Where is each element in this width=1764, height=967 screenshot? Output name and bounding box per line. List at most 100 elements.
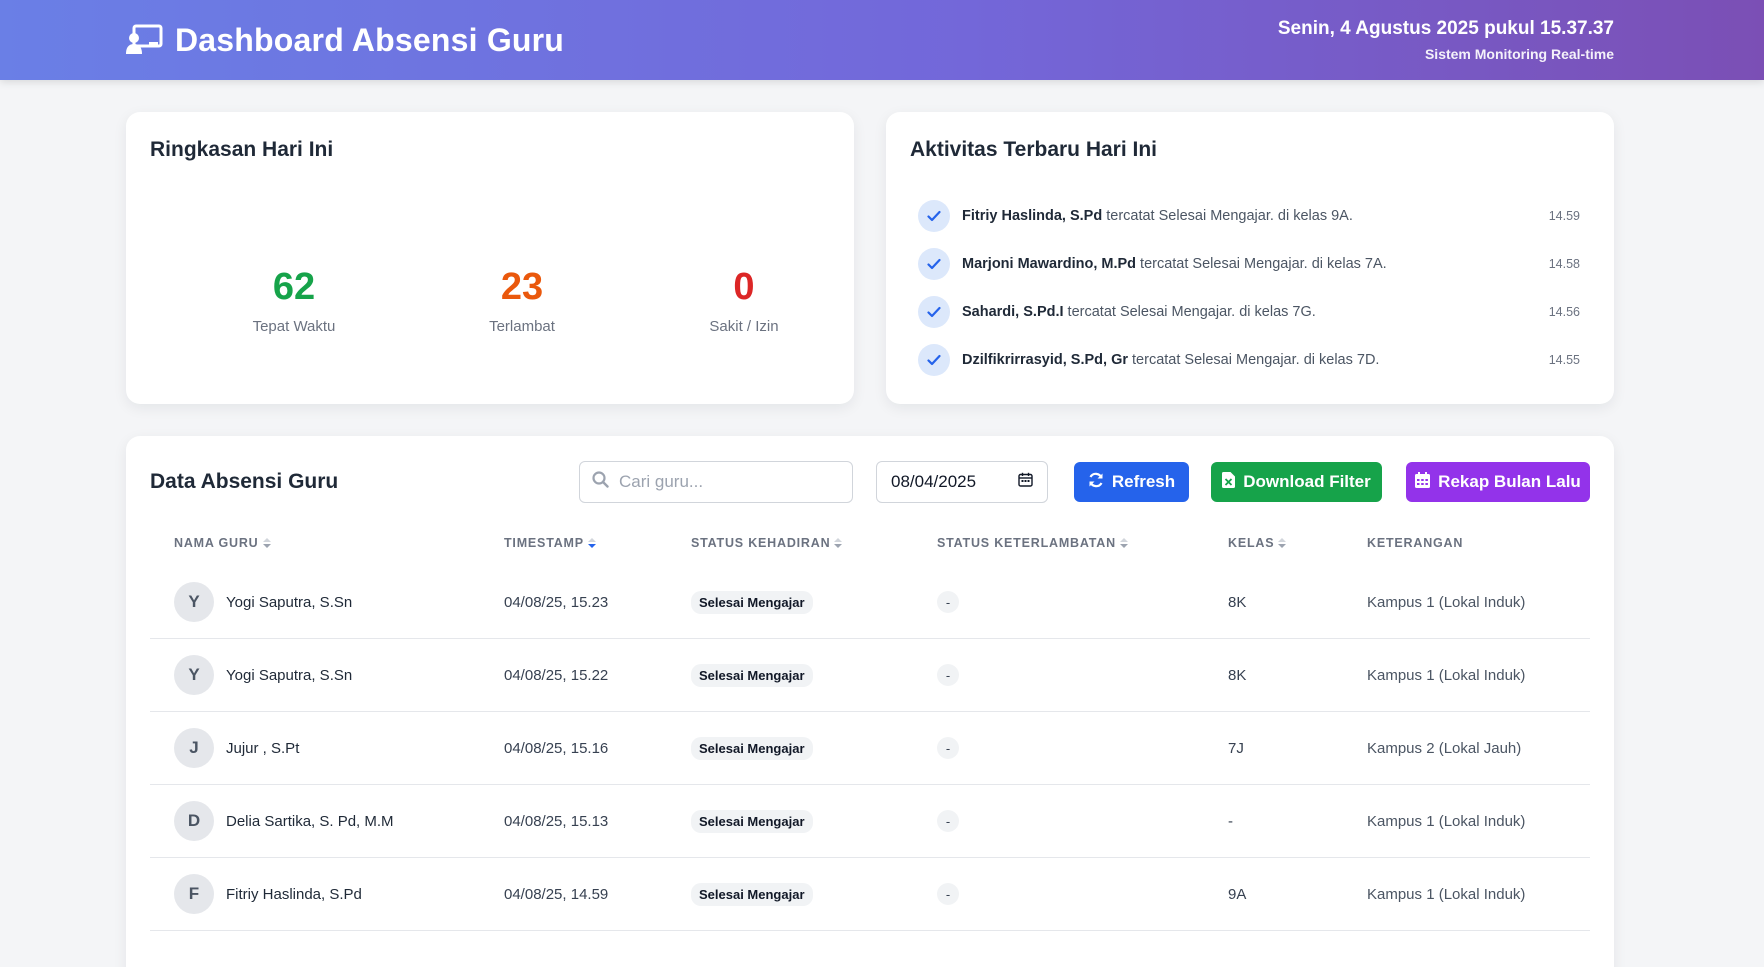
- teacher-cell: D Delia Sartika, S. Pd, M.M: [174, 785, 394, 857]
- check-icon: [918, 248, 950, 280]
- rekap-last-month-button[interactable]: Rekap Bulan Lalu: [1406, 462, 1590, 502]
- table-header: NAMA GURU TIMESTAMP STATUS KEHADIRAN STA…: [150, 528, 1590, 558]
- attendance-table-card: Data Absensi Guru 08/04/2025 Refresh Dow…: [126, 436, 1614, 967]
- stat-sick-leave: 0 Sakit / Izin: [644, 268, 844, 335]
- activity-item: Marjoni Mawardino, M.Pd tercatat Selesai…: [918, 240, 1580, 288]
- table-row[interactable]: J Jujur , S.Pt 04/08/25, 15.16 Selesai M…: [150, 712, 1590, 785]
- refresh-icon: [1088, 472, 1104, 493]
- page-title: Dashboard Absensi Guru: [175, 21, 565, 58]
- stat-value: 62: [272, 266, 316, 308]
- activity-text: Marjoni Mawardino, M.Pd tercatat Selesai…: [962, 256, 1387, 272]
- refresh-button[interactable]: Refresh: [1074, 462, 1189, 502]
- activity-item: Fitriy Haslinda, S.Pd tercatat Selesai M…: [918, 192, 1580, 240]
- timestamp-cell: 04/08/25, 15.16: [504, 739, 609, 757]
- download-filter-button[interactable]: Download Filter: [1211, 462, 1382, 502]
- activity-card: Aktivitas Terbaru Hari Ini Fitriy Haslin…: [886, 112, 1614, 404]
- activity-time: 14.55: [1548, 353, 1580, 367]
- teacher-name: Delia Sartika, S. Pd, M.M: [226, 812, 394, 830]
- teacher-name: Yogi Saputra, S.Sn: [226, 593, 353, 611]
- date-filter[interactable]: 08/04/2025: [876, 461, 1048, 503]
- timestamp-cell: 04/08/25, 15.22: [504, 666, 609, 684]
- column-label: KELAS: [1228, 536, 1275, 550]
- date-filter-value: 08/04/2025: [891, 472, 977, 491]
- activity-time: 14.59: [1548, 209, 1580, 223]
- sort-icon: [1278, 538, 1287, 548]
- avatar: D: [174, 801, 214, 841]
- timestamp-cell: 04/08/25, 14.59: [504, 885, 609, 903]
- timestamp-cell: 04/08/25, 15.13: [504, 812, 609, 830]
- table-row[interactable]: Y Yogi Saputra, S.Sn 04/08/25, 15.22 Sel…: [150, 639, 1590, 712]
- column-label: STATUS KEHADIRAN: [691, 536, 831, 550]
- activity-text: Dzilfikrirrasyid, S.Pd, Gr tercatat Sele…: [962, 352, 1379, 368]
- activity-teacher: Fitriy Haslinda, S.Pd: [962, 208, 1103, 224]
- keterangan-cell: Kampus 1 (Lokal Induk): [1367, 812, 1526, 830]
- column-header-keterangan: KETERANGAN: [1367, 536, 1463, 550]
- column-header-kelas[interactable]: KELAS: [1228, 536, 1287, 550]
- summary-title: Ringkasan Hari Ini: [150, 138, 334, 161]
- stat-label: Tepat Waktu: [252, 318, 336, 335]
- table-row[interactable]: D Delia Sartika, S. Pd, M.M 04/08/25, 15…: [150, 785, 1590, 858]
- teacher-cell: Y Yogi Saputra, S.Sn: [174, 566, 352, 638]
- calendar-icon[interactable]: [1018, 472, 1033, 492]
- table-row[interactable]: Y Yogi Saputra, S.Sn 04/08/25, 15.23 Sel…: [150, 566, 1590, 639]
- late-badge: -: [937, 664, 959, 686]
- teacher-cell: Y Yogi Saputra, S.Sn: [174, 639, 352, 711]
- late-badge: -: [937, 591, 959, 613]
- avatar: Y: [174, 582, 214, 622]
- status-cell: Selesai Mengajar: [691, 858, 813, 930]
- teacher-cell: F Fitriy Haslinda, S.Pd: [174, 858, 362, 930]
- avatar: F: [174, 874, 214, 914]
- header-info: Senin, 4 Agustus 2025 pukul 15.37.37 Sis…: [1278, 18, 1614, 62]
- column-header-nama[interactable]: NAMA GURU: [174, 536, 271, 550]
- keterangan-cell: Kampus 1 (Lokal Induk): [1367, 666, 1526, 684]
- teacher-name: Fitriy Haslinda, S.Pd: [226, 885, 362, 903]
- brand: Dashboard Absensi Guru: [125, 20, 564, 60]
- column-header-status-kehadiran[interactable]: STATUS KEHADIRAN: [691, 536, 843, 550]
- sort-icon: [262, 538, 271, 548]
- column-header-timestamp[interactable]: TIMESTAMP: [504, 536, 596, 550]
- stat-value: 0: [733, 266, 755, 308]
- column-label: STATUS KETERLAMBATAN: [937, 536, 1116, 550]
- status-cell: Selesai Mengajar: [691, 785, 813, 857]
- activity-item: Sahardi, S.Pd.I tercatat Selesai Mengaja…: [918, 288, 1580, 336]
- late-cell: -: [937, 639, 959, 711]
- stat-late: 23 Terlambat: [422, 268, 622, 335]
- timestamp-cell: 04/08/25, 15.23: [504, 593, 609, 611]
- status-badge: Selesai Mengajar: [691, 809, 813, 833]
- search-icon: [592, 471, 609, 493]
- late-badge: -: [937, 810, 959, 832]
- activity-time: 14.58: [1548, 257, 1580, 271]
- activity-text: Sahardi, S.Pd.I tercatat Selesai Mengaja…: [962, 304, 1316, 320]
- activity-teacher: Sahardi, S.Pd.I: [962, 304, 1064, 320]
- table-title: Data Absensi Guru: [150, 470, 339, 493]
- status-badge: Selesai Mengajar: [691, 882, 813, 906]
- keterangan-cell: Kampus 1 (Lokal Induk): [1367, 885, 1526, 903]
- status-badge: Selesai Mengajar: [691, 663, 813, 687]
- search-box[interactable]: [579, 461, 853, 503]
- kelas-cell: 8K: [1228, 666, 1247, 684]
- activity-teacher: Dzilfikrirrasyid, S.Pd, Gr: [962, 352, 1128, 368]
- check-icon: [918, 296, 950, 328]
- activity-teacher: Marjoni Mawardino, M.Pd: [962, 256, 1137, 272]
- column-header-status-keterlambatan[interactable]: STATUS KETERLAMBATAN: [937, 536, 1128, 550]
- column-label: NAMA GURU: [174, 536, 259, 550]
- table-body: Y Yogi Saputra, S.Sn 04/08/25, 15.23 Sel…: [150, 566, 1590, 931]
- stat-label: Sakit / Izin: [709, 318, 779, 335]
- late-badge: -: [937, 737, 959, 759]
- kelas-cell: -: [1228, 812, 1233, 830]
- activity-description: tercatat Selesai Mengajar. di kelas 9A.: [1102, 208, 1353, 224]
- activity-description: tercatat Selesai Mengajar. di kelas 7A.: [1136, 256, 1387, 272]
- search-input[interactable]: [619, 472, 829, 492]
- check-icon: [918, 200, 950, 232]
- status-cell: Selesai Mengajar: [691, 639, 813, 711]
- activity-text: Fitriy Haslinda, S.Pd tercatat Selesai M…: [962, 208, 1353, 224]
- sort-icon: [834, 538, 843, 548]
- table-row[interactable]: F Fitriy Haslinda, S.Pd 04/08/25, 14.59 …: [150, 858, 1590, 931]
- kelas-cell: 8K: [1228, 593, 1247, 611]
- late-cell: -: [937, 785, 959, 857]
- sort-icon: [587, 538, 596, 548]
- keterangan-cell: Kampus 1 (Lokal Induk): [1367, 593, 1526, 611]
- kelas-cell: 9A: [1228, 885, 1247, 903]
- rekap-label: Rekap Bulan Lalu: [1438, 472, 1581, 491]
- calendar-icon: [1415, 471, 1431, 493]
